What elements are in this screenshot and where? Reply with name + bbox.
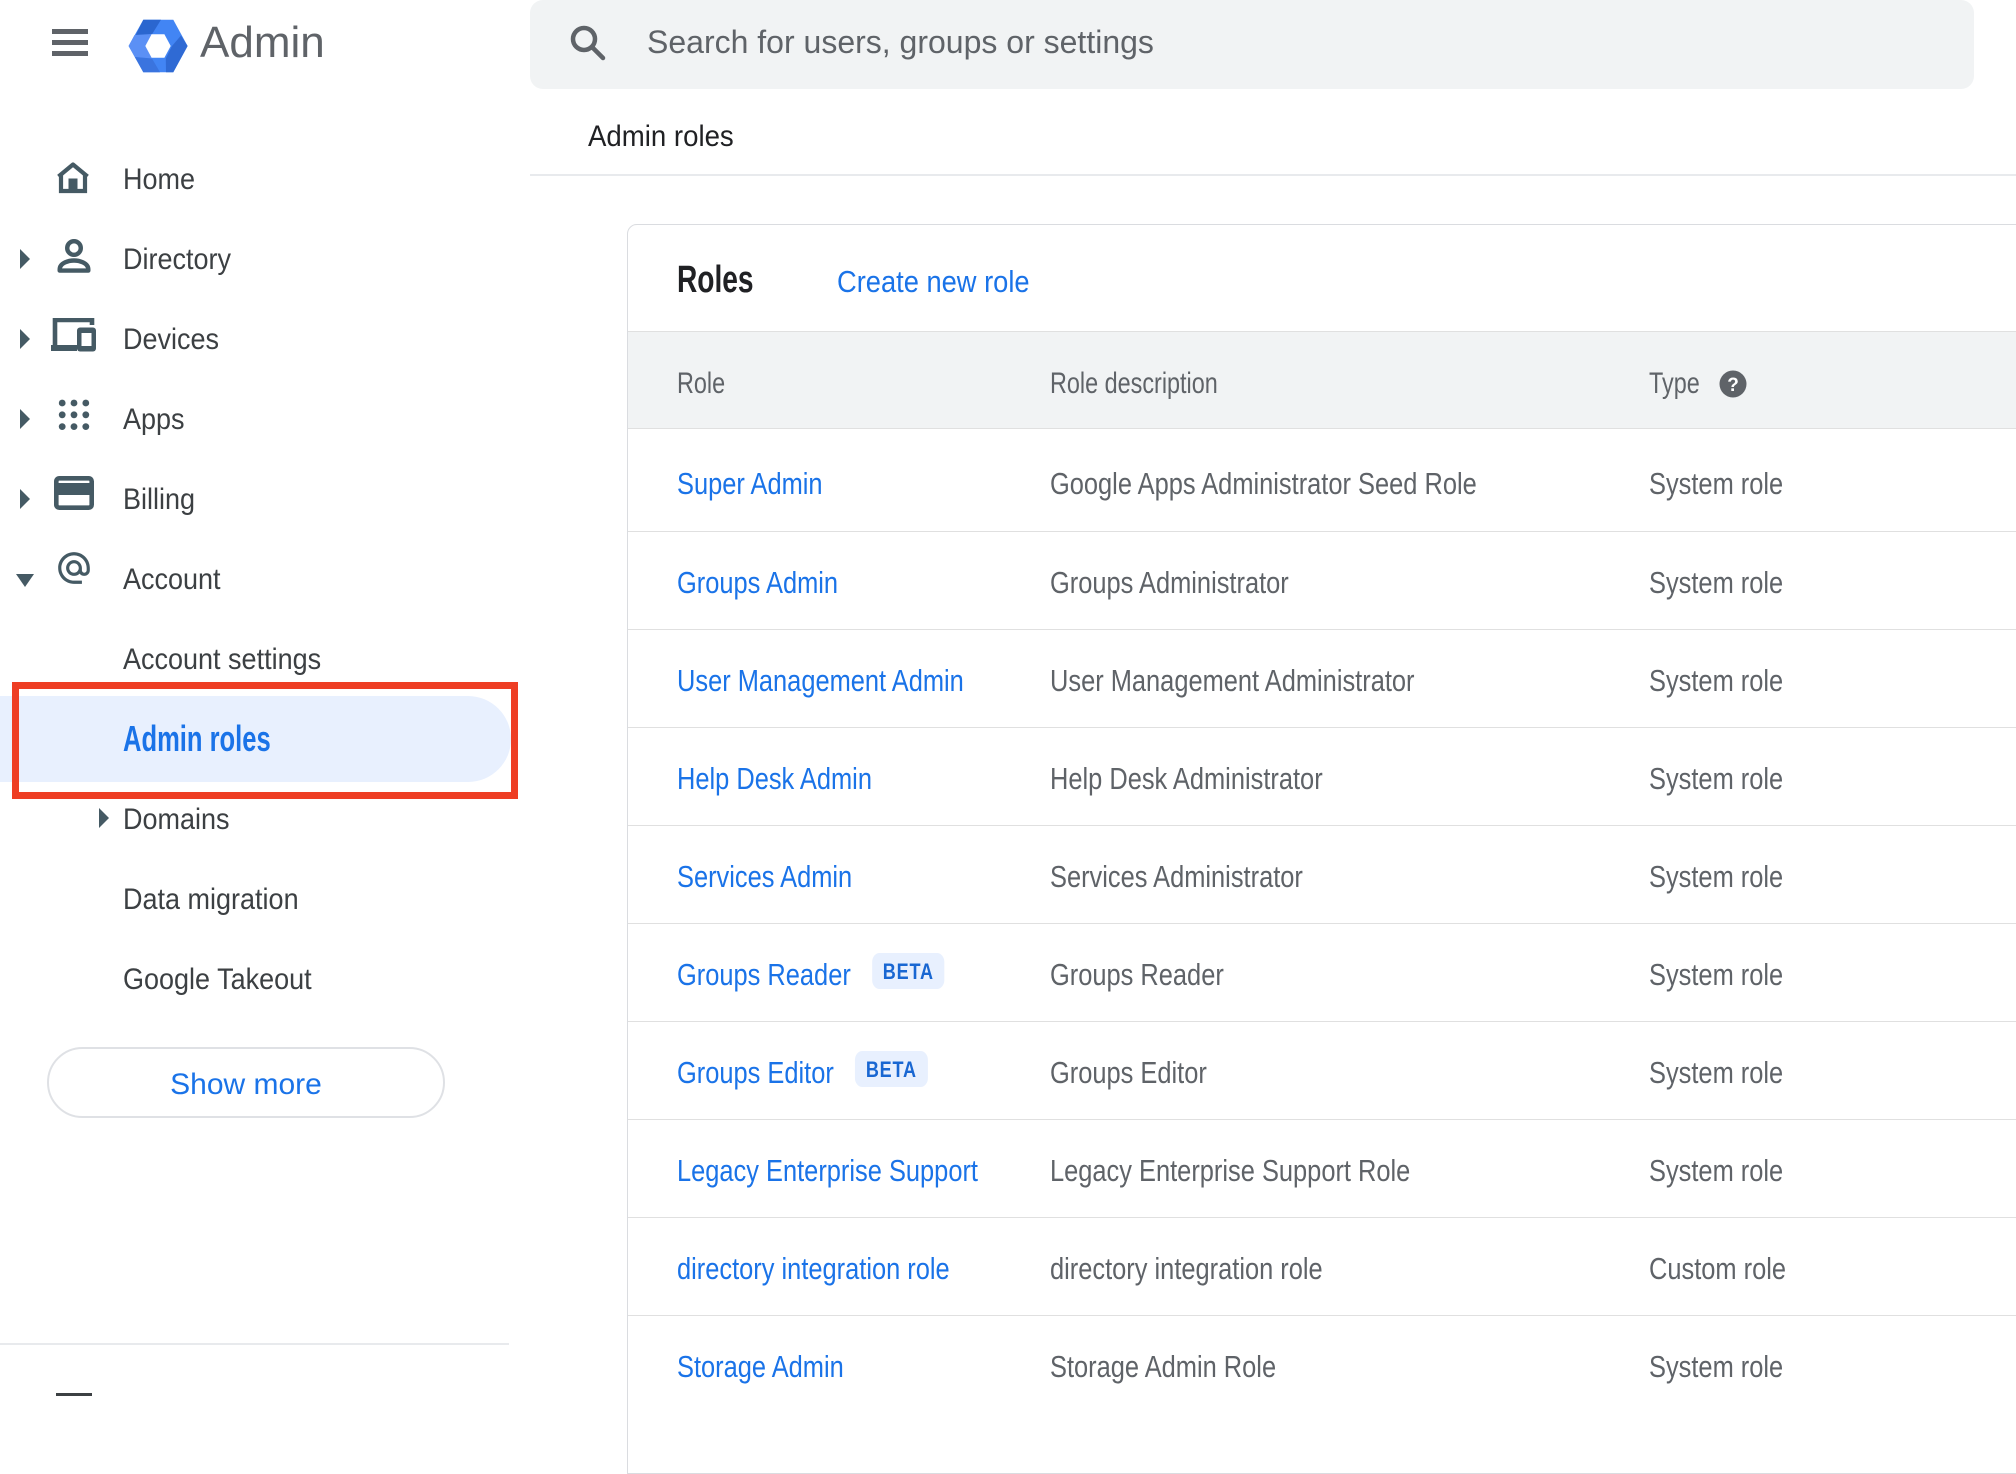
- svg-text:?: ?: [1727, 375, 1739, 396]
